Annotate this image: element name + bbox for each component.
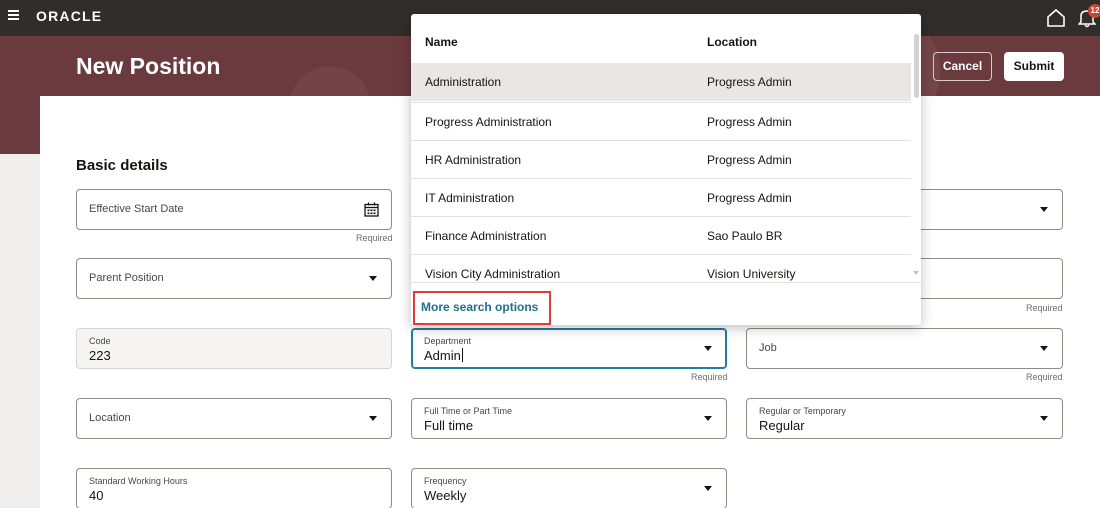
- field-value: Weekly: [424, 488, 467, 503]
- field-value: Admin: [424, 348, 461, 363]
- more-search-options-link[interactable]: More search options: [413, 291, 551, 325]
- oracle-logo[interactable]: ORACLE: [36, 8, 102, 24]
- field-value: 223: [89, 348, 111, 363]
- chevron-down-icon: [369, 276, 377, 281]
- row-name: Progress Administration: [425, 115, 552, 129]
- field-label: Code: [89, 336, 111, 346]
- chevron-down-icon[interactable]: [704, 346, 712, 351]
- department-field[interactable]: Department Admin: [411, 328, 727, 369]
- calendar-icon[interactable]: [364, 202, 379, 217]
- dropdown-footer: More search options: [411, 282, 921, 325]
- required-hint: Required: [356, 233, 393, 243]
- row-name: IT Administration: [425, 191, 515, 205]
- row-name: Vision City Administration: [425, 267, 561, 281]
- section-title: Basic details: [76, 157, 168, 174]
- hamburger-menu-icon[interactable]: [8, 10, 20, 22]
- required-hint: Required: [1026, 303, 1063, 313]
- field-label: Full Time or Part Time: [424, 406, 513, 416]
- field-label: Standard Working Hours: [89, 476, 188, 486]
- field-label: Parent Position: [89, 272, 164, 284]
- required-hint: Required: [1026, 372, 1063, 382]
- chevron-down-icon: [1040, 346, 1048, 351]
- row-location: Progress Admin: [707, 75, 792, 89]
- scrollbar-thumb[interactable]: [914, 34, 919, 98]
- dropdown-row[interactable]: IT Administration Progress Admin: [411, 178, 911, 216]
- chevron-down-icon: [1040, 207, 1048, 212]
- full-part-time-field[interactable]: Full Time or Part Time Full time: [411, 398, 727, 439]
- chevron-down-icon: [704, 416, 712, 421]
- row-location: Progress Admin: [707, 191, 792, 205]
- department-dropdown: Name Location Administration Progress Ad…: [411, 14, 921, 325]
- text-cursor: [461, 348, 463, 362]
- dropdown-header: Name Location: [411, 14, 921, 62]
- job-field[interactable]: Job: [746, 328, 1063, 369]
- row-name: HR Administration: [425, 153, 522, 167]
- field-value: Regular: [759, 418, 805, 433]
- dropdown-row[interactable]: HR Administration Progress Admin: [411, 140, 911, 178]
- column-header-location: Location: [707, 35, 757, 49]
- parent-position-field[interactable]: Parent Position: [76, 258, 392, 299]
- row-location: Progress Admin: [707, 153, 792, 167]
- field-label: Frequency: [424, 476, 467, 486]
- column-header-name: Name: [425, 35, 458, 49]
- scroll-down-icon[interactable]: [913, 271, 919, 275]
- chevron-down-icon: [1040, 416, 1048, 421]
- row-location: Sao Paulo BR: [707, 229, 783, 243]
- submit-button[interactable]: Submit: [1004, 52, 1064, 81]
- field-value: Full time: [424, 418, 474, 433]
- field-label: Department: [424, 336, 472, 346]
- department-input[interactable]: Admin: [424, 348, 463, 363]
- chevron-down-icon: [704, 486, 712, 491]
- row-location: Vision University: [707, 267, 796, 281]
- cancel-button[interactable]: Cancel: [933, 52, 992, 81]
- row-name: Administration: [425, 75, 502, 89]
- location-field[interactable]: Location: [76, 398, 392, 439]
- chevron-down-icon: [369, 416, 377, 421]
- field-label: Location: [89, 412, 131, 424]
- field-label: Regular or Temporary: [759, 406, 846, 416]
- notification-badge: 12: [1088, 4, 1100, 18]
- required-hint: Required: [691, 372, 728, 382]
- effective-start-date-field[interactable]: Effective Start Date: [76, 189, 392, 230]
- code-field: Code 223: [76, 328, 392, 369]
- standard-working-hours-field[interactable]: Standard Working Hours 40: [76, 468, 392, 508]
- frequency-field[interactable]: Frequency Weekly: [411, 468, 727, 508]
- dropdown-row[interactable]: Administration Progress Admin: [411, 63, 911, 101]
- home-icon[interactable]: [1046, 8, 1066, 28]
- field-value: 40: [89, 488, 104, 503]
- dropdown-row[interactable]: Progress Administration Progress Admin: [411, 102, 911, 140]
- row-name: Finance Administration: [425, 229, 547, 243]
- dropdown-row[interactable]: Finance Administration Sao Paulo BR: [411, 216, 911, 254]
- field-label: Job: [759, 342, 777, 354]
- row-location: Progress Admin: [707, 115, 792, 129]
- regular-temporary-field[interactable]: Regular or Temporary Regular: [746, 398, 1063, 439]
- field-label: Effective Start Date: [89, 203, 184, 215]
- page-title: New Position: [76, 53, 221, 79]
